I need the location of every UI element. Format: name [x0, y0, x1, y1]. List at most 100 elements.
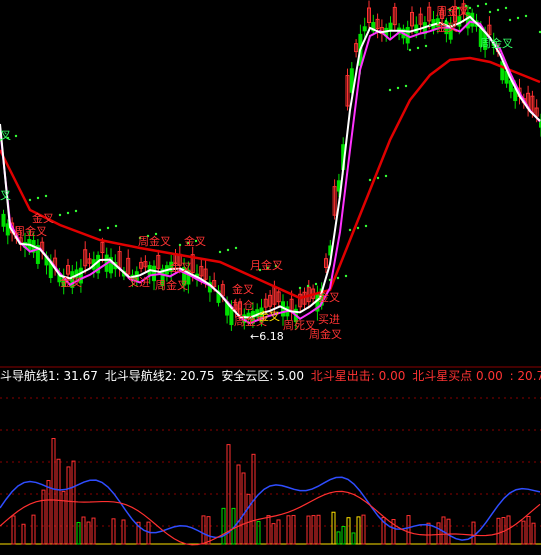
signal-label-zeng: 增 [70, 349, 83, 363]
candle-body [362, 26, 367, 32]
annotation-21: 周金叉 [480, 37, 513, 50]
histogram-bar [336, 531, 341, 545]
annotation-7: 金叉 [184, 235, 206, 248]
annotation-6: 周金叉 [138, 235, 171, 248]
histogram-bar [526, 515, 531, 545]
annotation-8: 叉进 [128, 276, 150, 289]
annotation-2: 叉 [0, 189, 11, 202]
histogram-bar [356, 516, 361, 545]
histogram-bar [266, 515, 271, 545]
green-dot [416, 46, 420, 50]
green-dot [336, 276, 340, 280]
histogram-bar [56, 458, 61, 545]
green-dot [388, 88, 392, 92]
green-dot [226, 248, 230, 252]
histogram-bar [241, 472, 246, 545]
green-dot [344, 274, 348, 278]
indicator-svg [0, 397, 541, 546]
histogram-bar [426, 522, 431, 545]
histogram-bar [31, 514, 36, 545]
candle-body [1, 213, 6, 227]
histogram-bar [206, 516, 211, 545]
histogram-bar [311, 515, 316, 545]
histogram-bar [236, 464, 241, 545]
green-dot [364, 224, 368, 228]
green-dot [524, 14, 528, 18]
annotation-14: 加仓 [232, 299, 254, 312]
green-dot [58, 213, 62, 217]
green-dot [404, 84, 408, 88]
histogram-bar [306, 515, 311, 545]
green-dot [468, 6, 472, 10]
green-dot [384, 174, 388, 178]
green-dot [298, 286, 302, 290]
histogram-bar [286, 515, 291, 545]
annotation-12: 金叉 [232, 283, 254, 296]
histogram-bar [81, 516, 86, 545]
low-price-label: 6.18 [259, 330, 284, 343]
annotation-19: 金叉 [318, 291, 340, 304]
annotation-9: 周金叉 [155, 279, 188, 292]
histogram-bar [351, 532, 356, 545]
green-dot [508, 18, 512, 22]
green-dot [328, 278, 332, 282]
green-dot [314, 282, 318, 286]
green-dot [348, 228, 352, 232]
histogram-bar [71, 460, 76, 545]
histogram-bar [341, 526, 346, 545]
signal-label-die: 跌 [351, 349, 364, 363]
annotation-4: 周金叉 [14, 225, 47, 238]
price-chart-pane[interactable]: 增 跌 ←6.18 叉 叉 金叉 周金叉 金叉 周金叉 金叉 叉进 周金叉 金叉… [0, 0, 541, 368]
histogram-bar [66, 466, 71, 545]
green-dot [408, 48, 412, 52]
annotation-20: 周金叉 [436, 5, 469, 18]
annotation-18: 周金叉 [309, 328, 342, 341]
histogram-bar [61, 490, 66, 545]
histogram-bar [121, 519, 126, 545]
green-dot [98, 228, 102, 232]
green-dot [516, 16, 520, 20]
ma-white-line [0, 15, 541, 319]
green-dot [356, 226, 360, 230]
green-dot [106, 226, 110, 230]
histogram-bar [446, 518, 451, 545]
histogram-bar [21, 523, 26, 545]
annotation-15: 周金叉 [234, 315, 267, 328]
green-dot [114, 224, 118, 228]
histogram-bar [271, 523, 276, 545]
green-dot [476, 4, 480, 8]
histogram-bar [496, 517, 501, 545]
green-dot [428, 23, 432, 27]
histogram-bar [46, 480, 51, 545]
histogram-bar [111, 518, 116, 545]
stock-chart-window: 增 跌 ←6.18 叉 叉 金叉 周金叉 金叉 周金叉 金叉 叉进 周金叉 金叉… [0, 0, 541, 555]
green-dot [306, 284, 310, 288]
histogram-bar [41, 489, 46, 545]
green-dot [496, 8, 500, 12]
histogram-bar [331, 511, 336, 545]
green-dot [66, 211, 70, 215]
histogram-bar [256, 521, 261, 545]
histogram-bar [201, 515, 206, 545]
annotation-17: 买进 [318, 313, 340, 326]
histogram-bar [316, 514, 321, 545]
histogram-bar [51, 437, 56, 545]
indicator-pane[interactable] [0, 368, 541, 555]
green-dot [488, 10, 492, 14]
green-dot [74, 209, 78, 213]
green-dot [368, 178, 372, 182]
green-dot [36, 196, 40, 200]
candle-body [388, 22, 393, 32]
annotation-1: 叉 [0, 129, 11, 142]
histogram-bar [471, 521, 476, 545]
histogram-bar [521, 520, 526, 545]
histogram-bar [11, 515, 16, 545]
green-dot [28, 198, 32, 202]
green-dot [484, 2, 488, 6]
green-dot [376, 176, 380, 180]
histogram-bar [361, 514, 366, 545]
green-dot [14, 134, 18, 138]
green-dot [44, 194, 48, 198]
annotation-22: 金叉 [436, 21, 458, 34]
histogram-bar [86, 521, 91, 545]
